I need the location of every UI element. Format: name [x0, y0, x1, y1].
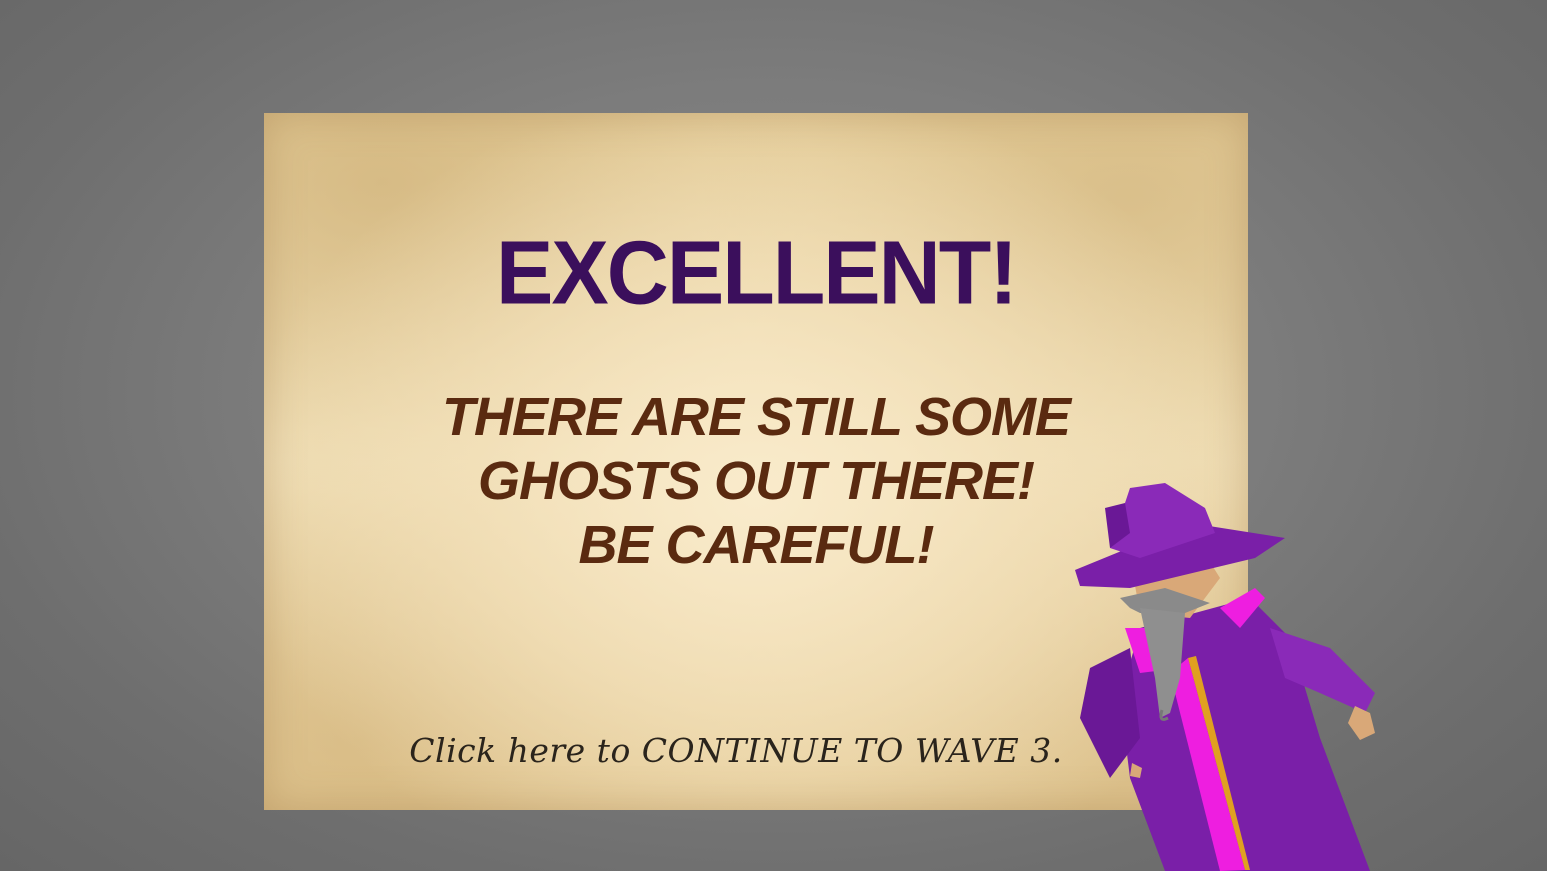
continue-link-text: Click here to CONTINUE TO WAVE 3. — [409, 731, 1063, 770]
message-line: THERE ARE STILL SOME — [441, 387, 1071, 447]
wizard-character — [1075, 483, 1375, 871]
dialog-title: EXCELLENT! — [496, 222, 1018, 324]
game-scene: EXCELLENT! THERE ARE STILL SOME GHOSTS O… — [0, 0, 1547, 871]
